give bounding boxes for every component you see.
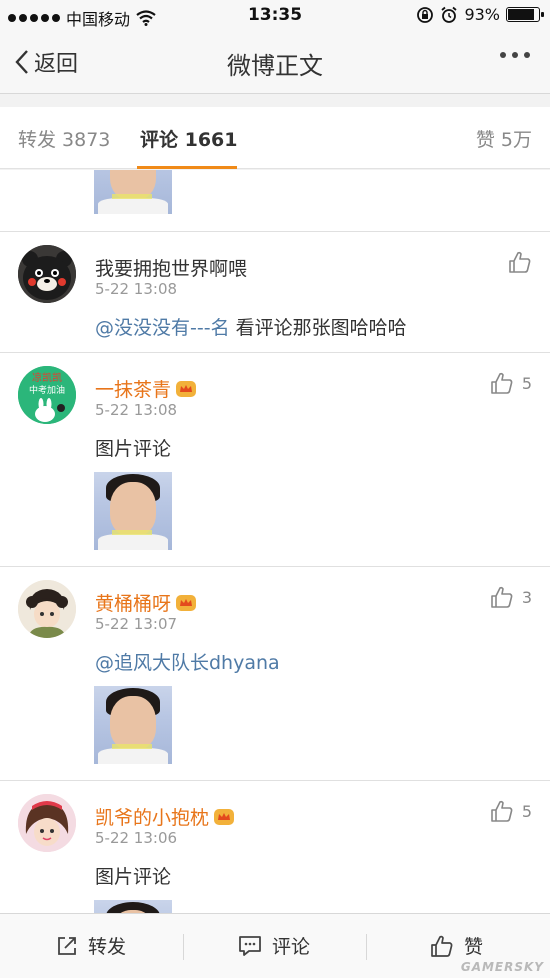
bottom-toolbar: 转发 评论 赞 GAMERSKY <box>0 913 550 978</box>
comment-text: 图片评论 <box>95 866 172 888</box>
comment-text: @没没没有---名 看评论那张图哈哈哈 <box>95 313 407 340</box>
comment-author[interactable]: 我要拥抱世界啊喂 <box>95 254 247 281</box>
avatar-caption-bottom: 中考加油 <box>28 386 65 396</box>
tab-comments[interactable]: 评论 1661 <box>140 125 238 152</box>
mention-link[interactable]: @没没没有---名 <box>95 317 230 339</box>
like-post-button[interactable]: 赞 <box>430 932 483 959</box>
repost-button[interactable]: 转发 <box>56 932 126 959</box>
page-title: 微博正文 <box>227 52 323 80</box>
comment-image[interactable] <box>94 170 172 214</box>
like-label: 赞 <box>464 936 484 958</box>
avatar-caption-top: 凉凯凯 <box>32 373 62 384</box>
author-name: 一抹茶青 <box>95 379 172 401</box>
avatar[interactable] <box>18 794 76 852</box>
comment-icon <box>239 935 261 956</box>
like-button[interactable]: 3 <box>490 585 532 609</box>
mention-link[interactable]: @追风大队长dhyana <box>95 652 280 674</box>
nav-bar: 返回 微博正文 <box>0 32 550 94</box>
thumbs-up-icon <box>491 586 513 608</box>
comment-image[interactable] <box>94 686 172 764</box>
comment-text: @追风大队长dhyana <box>95 648 280 675</box>
like-count: 5 <box>521 801 532 821</box>
rotation-lock-icon <box>417 6 434 23</box>
battery-percent: 93% <box>464 5 500 24</box>
comment-item[interactable]: 凯爷的小抱枕 5-22 13:06 图片评论 5 <box>0 781 550 913</box>
like-button[interactable] <box>508 250 532 274</box>
battery-icon <box>506 7 544 22</box>
thumbs-up-icon <box>491 372 513 394</box>
comment-time: 5-22 13:06 <box>95 829 178 847</box>
comment-author[interactable]: 黄桶桶呀 <box>95 589 197 616</box>
comment-time: 5-22 13:08 <box>95 401 178 419</box>
like-button[interactable]: 5 <box>490 799 532 823</box>
comment-time: 5-22 13:08 <box>95 280 178 298</box>
thumbs-up-icon <box>491 800 513 822</box>
divider <box>183 934 184 960</box>
more-button[interactable] <box>500 52 530 58</box>
comment-author[interactable]: 一抹茶青 <box>95 375 197 402</box>
active-tab-indicator <box>137 166 237 169</box>
author-name: 黄桶桶呀 <box>95 593 172 615</box>
divider <box>366 934 367 960</box>
vip-crown-icon <box>176 381 197 397</box>
like-button[interactable]: 5 <box>490 371 532 395</box>
watermark: GAMERSKY <box>460 960 544 974</box>
battery-fill <box>508 9 534 20</box>
like-count: 3 <box>521 587 532 607</box>
tab-bar: 转发 3873 评论 1661 赞 5万 <box>0 107 550 169</box>
vip-crown-icon <box>214 809 235 825</box>
alarm-icon <box>441 6 458 23</box>
comment-image[interactable] <box>94 900 172 913</box>
tab-likes[interactable]: 赞 5万 <box>476 125 532 152</box>
comment-item[interactable]: 黄桶桶呀 5-22 13:07 @追风大队长dhyana 3 <box>0 567 550 781</box>
share-icon <box>58 936 76 955</box>
status-bar: 中国移动 13:35 93% <box>0 0 550 32</box>
comment-list[interactable]: 我要拥抱世界啊喂 5-22 13:08 @没没没有---名 看评论那张图哈哈哈 … <box>0 170 550 913</box>
tab-repost[interactable]: 转发 3873 <box>18 125 110 152</box>
repost-label: 转发 <box>88 936 127 958</box>
avatar[interactable]: 凉凯凯 中考加油 <box>18 366 76 424</box>
comment-text: 图片评论 <box>95 438 172 460</box>
comment-author[interactable]: 凯爷的小抱枕 <box>95 803 235 830</box>
partial-comment <box>0 170 550 232</box>
thumbs-up-icon <box>509 251 531 273</box>
vip-crown-icon <box>176 595 197 611</box>
girl-photo-avatar-icon <box>18 794 76 852</box>
like-count: 5 <box>521 373 532 393</box>
bear-avatar-icon <box>18 245 76 303</box>
girl-avatar-icon <box>18 580 76 638</box>
comment-time: 5-22 13:07 <box>95 615 178 633</box>
comment-label: 评论 <box>272 936 311 958</box>
thumbs-up-icon <box>431 935 453 957</box>
comment-body: 看评论那张图哈哈哈 <box>229 317 407 339</box>
comment-item[interactable]: 凉凯凯 中考加油 一抹茶青 5-22 13:08 图片评论 5 <box>0 353 550 567</box>
comment-item[interactable]: 我要拥抱世界啊喂 5-22 13:08 @没没没有---名 看评论那张图哈哈哈 <box>0 232 550 353</box>
author-name: 凯爷的小抱枕 <box>95 807 210 829</box>
status-right: 93% <box>416 5 544 24</box>
avatar[interactable] <box>18 245 76 303</box>
comment-image[interactable] <box>94 472 172 550</box>
avatar[interactable] <box>18 580 76 638</box>
comment-button[interactable]: 评论 <box>238 932 310 959</box>
